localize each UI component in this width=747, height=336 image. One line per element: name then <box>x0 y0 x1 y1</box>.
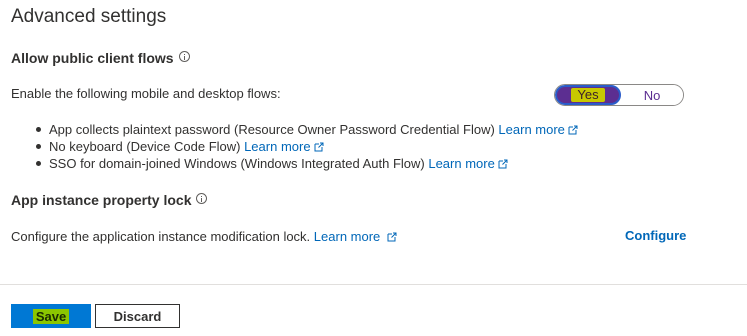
external-link-icon[interactable] <box>568 125 578 135</box>
discard-button[interactable]: Discard <box>95 304 180 328</box>
public-client-heading-text: Allow public client flows <box>11 50 174 66</box>
advanced-settings-page: Advanced settings Allow public client fl… <box>0 0 747 336</box>
list-item: SSO for domain-joined Windows (Windows I… <box>33 155 578 172</box>
public-client-heading: Allow public client flows <box>11 50 190 66</box>
public-client-label: Enable the following mobile and desktop … <box>11 86 281 101</box>
external-link-icon[interactable] <box>314 142 324 152</box>
instance-lock-heading: App instance property lock <box>11 192 208 208</box>
learn-more-link[interactable]: Learn more <box>428 156 494 171</box>
list-item: No keyboard (Device Code Flow) Learn mor… <box>33 138 578 155</box>
instance-lock-label: Configure the application instance modif… <box>11 229 397 244</box>
external-link-icon[interactable] <box>498 159 508 169</box>
public-client-toggle[interactable]: Yes No <box>554 84 684 106</box>
configure-link[interactable]: Configure <box>625 228 686 243</box>
bullet-text: No keyboard (Device Code Flow) <box>49 139 245 154</box>
toggle-yes-option[interactable]: Yes <box>555 85 621 105</box>
instance-lock-text: Configure the application instance modif… <box>11 229 314 244</box>
info-icon[interactable] <box>178 50 190 62</box>
instance-lock-heading-text: App instance property lock <box>11 192 192 208</box>
bullet-text: App collects plaintext password (Resourc… <box>49 122 499 137</box>
flow-bullet-list: App collects plaintext password (Resourc… <box>33 121 578 172</box>
toggle-no-label: No <box>643 87 661 103</box>
save-button[interactable]: Save <box>11 304 91 328</box>
toggle-yes-label: Yes <box>571 88 605 102</box>
external-link-icon[interactable] <box>387 232 397 242</box>
toggle-no-option[interactable]: No <box>621 85 683 105</box>
save-button-label: Save <box>32 308 70 324</box>
learn-more-link[interactable]: Learn more <box>498 122 564 137</box>
learn-more-link[interactable]: Learn more <box>244 139 310 154</box>
info-icon[interactable] <box>196 192 208 204</box>
section-title: Advanced settings <box>11 6 167 27</box>
footer-divider <box>0 284 747 285</box>
learn-more-link[interactable]: Learn more <box>314 229 380 244</box>
list-item: App collects plaintext password (Resourc… <box>33 121 578 138</box>
bullet-text: SSO for domain-joined Windows (Windows I… <box>49 156 429 171</box>
